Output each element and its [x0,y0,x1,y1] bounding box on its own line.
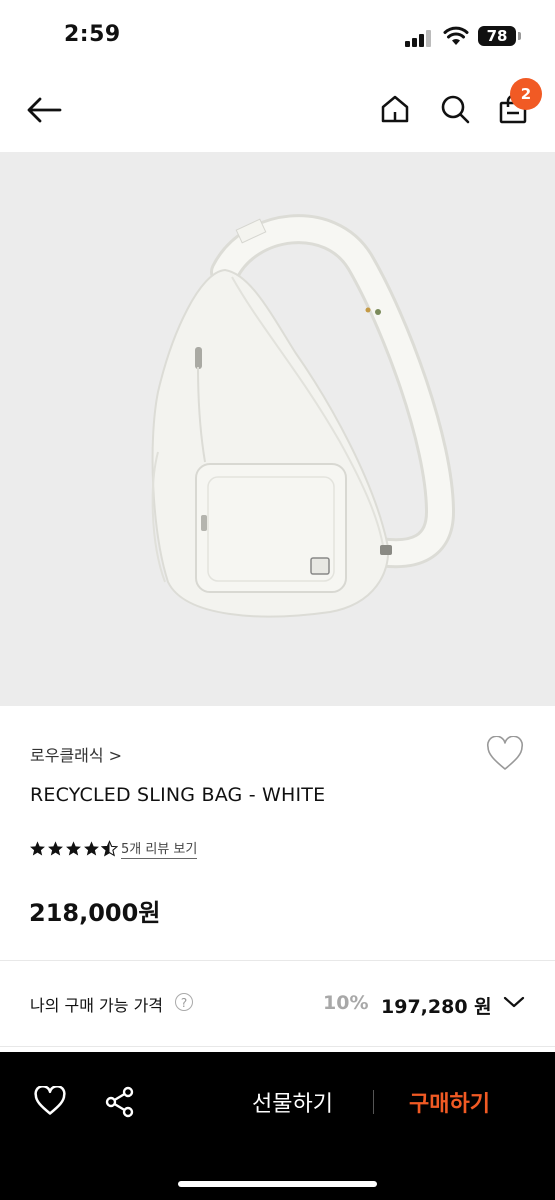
product-name: RECYCLED SLING BAG - WHITE [30,784,326,806]
search-button[interactable] [438,92,472,126]
star-filled-icon [30,841,45,856]
sling-bag-illustration [151,214,456,618]
cart-count-badge: 2 [510,78,542,110]
search-icon [441,95,470,124]
status-bar: 2:59 78 [0,0,555,70]
rating-stars [29,840,118,857]
star-filled-icon [84,841,99,856]
back-button[interactable] [24,94,64,126]
product-price: 218,000원 [29,899,161,927]
app-header [0,70,555,152]
review-link[interactable]: 5개 리뷰 보기 [121,838,198,859]
chevron-down-icon [503,996,525,1008]
like-button[interactable] [34,1085,66,1120]
cellular-signal-icon [405,29,435,47]
bottom-action-bar [0,1052,555,1200]
product-image[interactable] [0,152,555,706]
status-time: 2:59 [64,22,121,47]
back-arrow-icon [27,97,62,123]
battery-tip [518,32,521,40]
expand-price-button[interactable] [503,994,525,1013]
wishlist-button[interactable] [486,735,524,776]
star-half-icon [101,840,118,857]
heart-outline-icon [34,1085,66,1115]
brand-link[interactable]: 로우클래식 > [30,742,122,766]
wifi-icon [443,26,469,45]
battery-level: 78 [478,26,516,46]
divider [0,1046,555,1047]
buy-button[interactable]: 구매하기 [409,1086,490,1118]
my-price-label: 나의 구매 가능 가격 [30,996,164,1015]
divider [373,1090,374,1114]
share-icon [105,1086,134,1118]
share-button[interactable] [104,1086,136,1122]
discount-rate: 10% [323,992,369,1014]
divider [0,960,555,961]
my-price-value: 197,280 원 [381,996,492,1018]
star-filled-icon [48,841,63,856]
home-icon [381,95,409,123]
home-indicator [178,1181,377,1187]
home-button[interactable] [378,92,412,126]
help-icon[interactable]: ? [175,993,193,1011]
gift-button[interactable]: 선물하기 [252,1086,333,1118]
heart-outline-icon [486,735,524,770]
star-filled-icon [66,841,81,856]
